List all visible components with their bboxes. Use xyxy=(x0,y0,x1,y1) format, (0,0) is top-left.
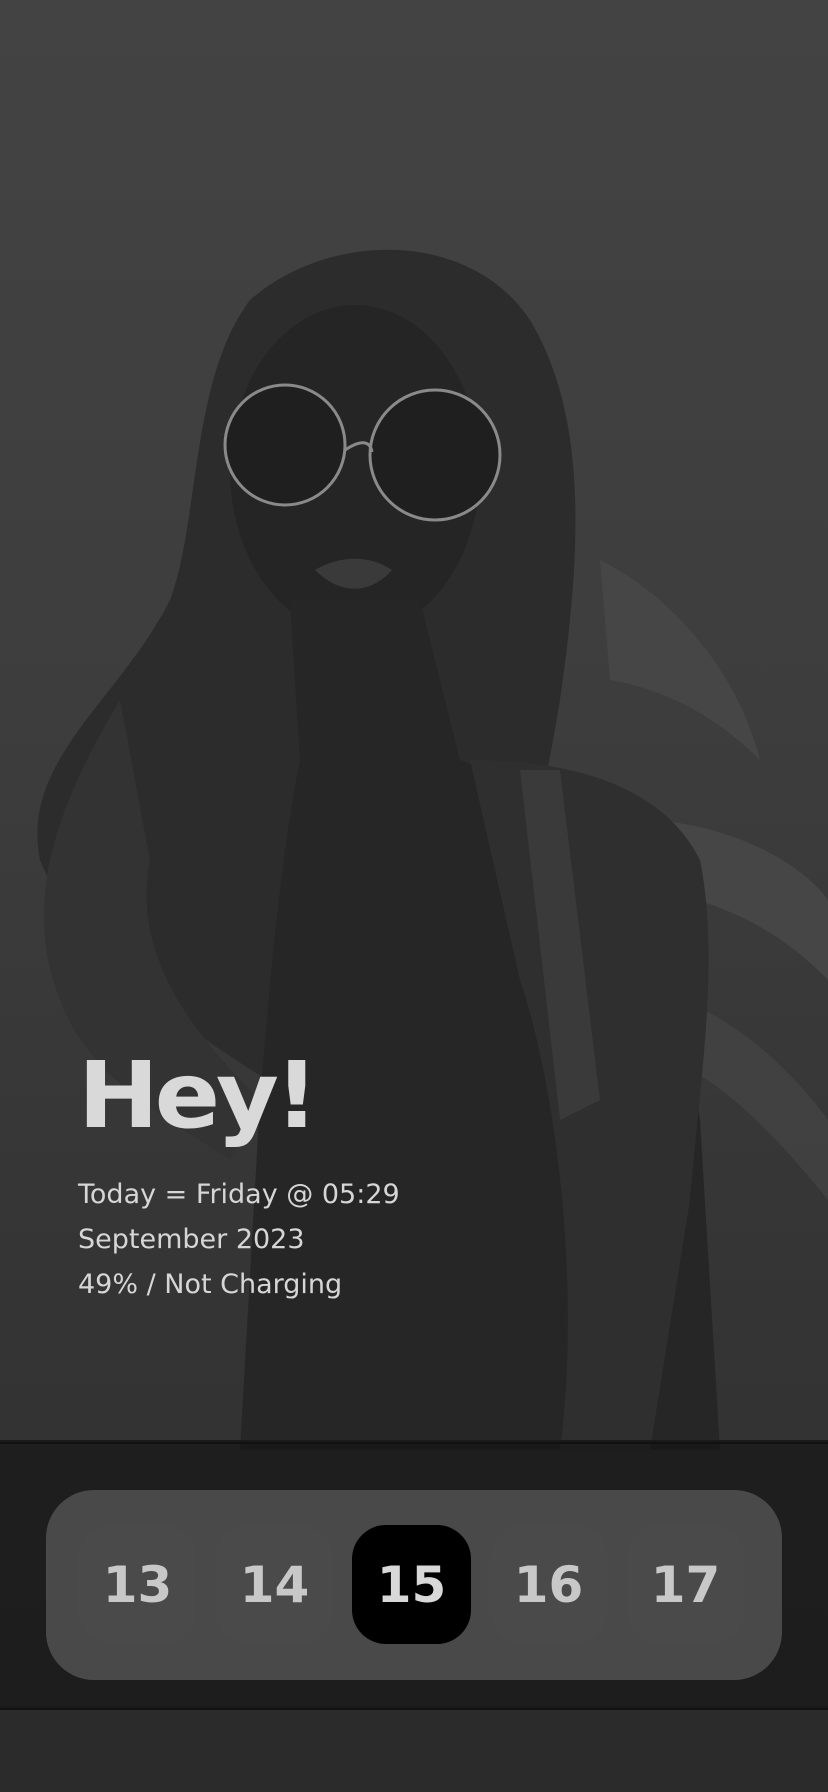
home-screen: Hey! Today = Friday @ 05:29 September 20… xyxy=(0,0,828,1792)
greeting-info: Today = Friday @ 05:29 September 2023 49… xyxy=(78,1172,678,1307)
month-year-line: September 2023 xyxy=(78,1224,305,1255)
battery-status-line: 49% / Not Charging xyxy=(78,1269,343,1300)
day-tile-14[interactable]: 14 xyxy=(215,1525,334,1644)
day-tile-16[interactable]: 16 xyxy=(489,1525,608,1644)
calendar-dock: 13 14 15 16 17 xyxy=(46,1490,782,1680)
week-days-strip: 13 14 15 16 17 xyxy=(78,1525,745,1644)
greeting-widget: Hey! Today = Friday @ 05:29 September 20… xyxy=(78,1050,678,1307)
greeting-title: Hey! xyxy=(78,1042,319,1149)
dock-divider-bottom xyxy=(0,1706,828,1708)
day-tile-13[interactable]: 13 xyxy=(78,1525,197,1644)
day-tile-17[interactable]: 17 xyxy=(626,1525,745,1644)
day-tile-15-today[interactable]: 15 xyxy=(352,1525,471,1644)
today-time-line: Today = Friday @ 05:29 xyxy=(78,1179,400,1210)
